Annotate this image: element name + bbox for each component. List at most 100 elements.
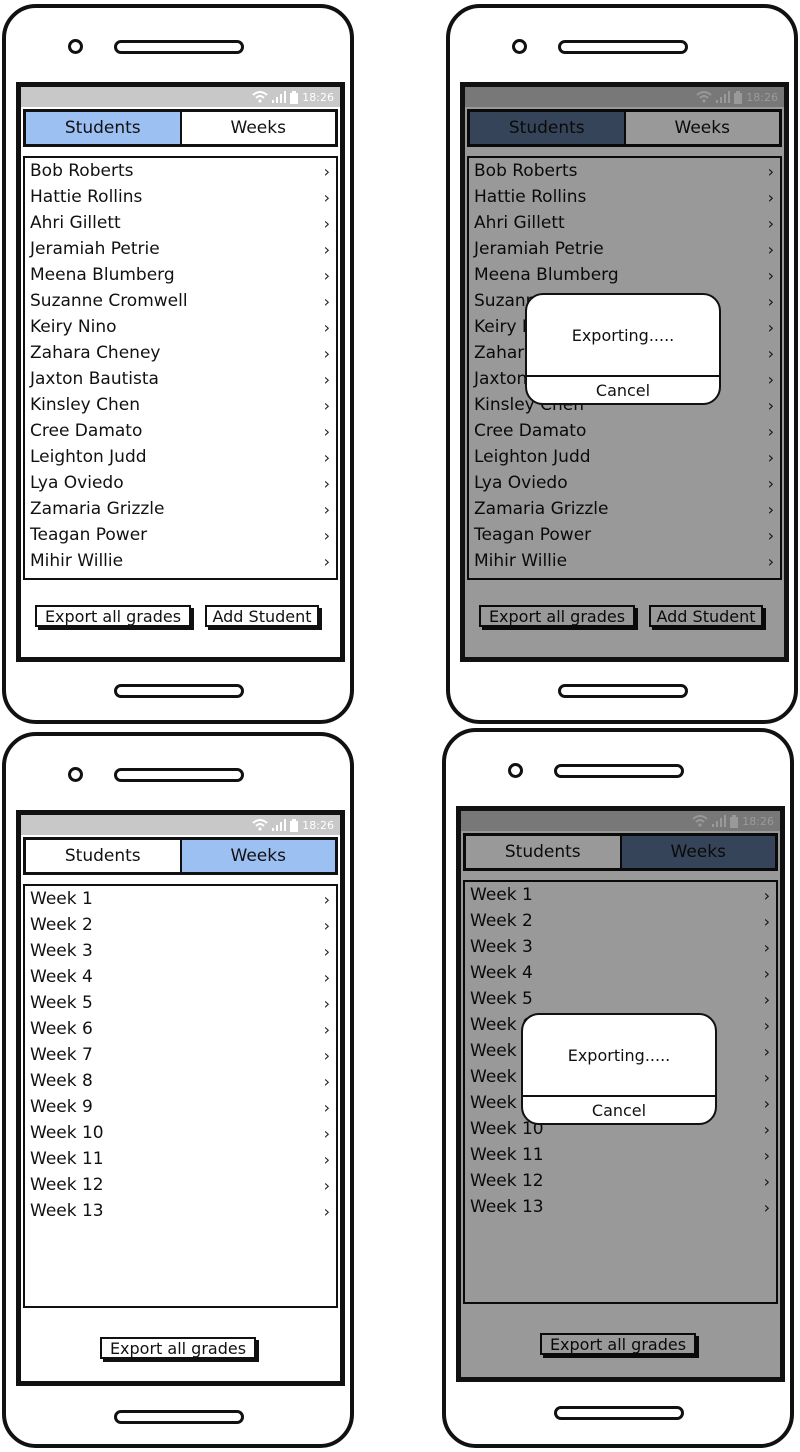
tab-weeks[interactable]: Weeks xyxy=(179,840,335,872)
chevron-right-icon: › xyxy=(323,1019,330,1039)
list-item[interactable]: Week 10 › xyxy=(30,1120,330,1146)
phone-frame: 18:26 Students Weeks Bob Roberts › Hattie Rol… xyxy=(446,4,798,724)
camera-icon xyxy=(508,763,523,778)
list-item-label: Mihir Willie xyxy=(30,551,124,571)
list-item[interactable]: Hattie Rollins › xyxy=(30,184,330,210)
chevron-right-icon: › xyxy=(323,499,330,519)
cancel-button[interactable]: Cancel xyxy=(527,377,719,403)
list-item[interactable]: Week 7 › xyxy=(30,1042,330,1068)
screen: 18:26 Students Weeks Bob Roberts › Hattie Rol… xyxy=(16,82,345,662)
status-time: 18:26 xyxy=(302,90,334,104)
list-item[interactable]: Cree Damato › xyxy=(30,418,330,444)
chevron-right-icon: › xyxy=(323,889,330,909)
speaker-grille xyxy=(114,768,244,782)
list-item[interactable]: Week 4 › xyxy=(30,964,330,990)
list-item[interactable]: Week 11 › xyxy=(30,1146,330,1172)
chevron-right-icon: › xyxy=(323,1071,330,1091)
camera-icon xyxy=(68,767,83,782)
tab-weeks[interactable]: Weeks xyxy=(179,112,335,144)
screen: 18:26 Students Weeks Week 1 › Week 2 › Week 3 › W… xyxy=(16,810,345,1386)
list-item[interactable]: Meena Blumberg › xyxy=(30,262,330,288)
wifi-icon xyxy=(252,91,268,103)
home-button[interactable] xyxy=(558,684,688,698)
list-item[interactable]: Bob Roberts › xyxy=(30,158,330,184)
list-item[interactable]: Week 6 › xyxy=(30,1016,330,1042)
chevron-right-icon: › xyxy=(323,343,330,363)
chevron-right-icon: › xyxy=(323,1175,330,1195)
camera-icon xyxy=(68,39,83,54)
week-list: Week 1 › Week 2 › Week 3 › Week 4 › Week 5 › Week … xyxy=(23,884,338,1308)
speaker-grille xyxy=(558,40,688,54)
chevron-right-icon: › xyxy=(323,1123,330,1143)
chevron-right-icon: › xyxy=(323,447,330,467)
chevron-right-icon: › xyxy=(323,915,330,935)
list-item[interactable]: Mihir Willie › xyxy=(30,548,330,574)
list-item[interactable]: Week 12 › xyxy=(30,1172,330,1198)
list-item[interactable]: Week 2 › xyxy=(30,912,330,938)
list-item[interactable]: Zahara Cheney › xyxy=(30,340,330,366)
home-button[interactable] xyxy=(114,1410,244,1424)
add-student-button[interactable]: Add Student xyxy=(205,605,319,627)
chevron-right-icon: › xyxy=(323,1201,330,1221)
list-item-label: Ahri Gillett xyxy=(30,213,121,233)
list-item-label: Week 3 xyxy=(30,941,93,961)
list-item[interactable]: Kinsley Chen › xyxy=(30,392,330,418)
list-item[interactable]: Week 8 › xyxy=(30,1068,330,1094)
speaker-grille xyxy=(554,764,684,778)
signal-icon xyxy=(272,91,287,103)
list-item[interactable]: Jaxton Bautista › xyxy=(30,366,330,392)
signal-icon xyxy=(272,819,287,831)
list-item-label: Week 1 xyxy=(30,889,93,909)
home-button[interactable] xyxy=(554,1406,684,1420)
student-list: Bob Roberts › Hattie Rollins › Ahri Gillett ›… xyxy=(23,156,338,580)
list-item-label: Teagan Power xyxy=(30,525,148,545)
chevron-right-icon: › xyxy=(323,473,330,493)
list-item[interactable]: Jeramiah Petrie › xyxy=(30,236,330,262)
list-item-label: Meena Blumberg xyxy=(30,265,175,285)
list-item[interactable]: Ahri Gillett › xyxy=(30,210,330,236)
list-item-label: Week 11 xyxy=(30,1149,104,1169)
list-item-label: Week 6 xyxy=(30,1019,93,1039)
list-item-label: Week 2 xyxy=(30,915,93,935)
chevron-right-icon: › xyxy=(323,265,330,285)
chevron-right-icon: › xyxy=(323,1097,330,1117)
list-item-label: Week 9 xyxy=(30,1097,93,1117)
status-bar: 18:26 xyxy=(21,815,340,835)
list-item[interactable]: Leighton Judd › xyxy=(30,444,330,470)
speaker-grille xyxy=(114,40,244,54)
battery-icon xyxy=(290,818,299,832)
list-item[interactable]: Week 13 › xyxy=(30,1198,330,1224)
tab-students[interactable]: Students xyxy=(26,112,180,144)
list-item[interactable]: Zamaria Grizzle › xyxy=(30,496,330,522)
list-item-label: Week 4 xyxy=(30,967,93,987)
list-item[interactable]: Lya Oviedo › xyxy=(30,470,330,496)
export-all-grades-button[interactable]: Export all grades xyxy=(100,1337,256,1359)
list-item[interactable]: Week 1 › xyxy=(30,886,330,912)
list-item[interactable]: Suzanne Cromwell › xyxy=(30,288,330,314)
battery-icon xyxy=(290,90,299,104)
list-item-label: Lya Oviedo xyxy=(30,473,124,493)
wifi-icon xyxy=(252,819,268,831)
chevron-right-icon: › xyxy=(323,369,330,389)
tab-students[interactable]: Students xyxy=(26,840,180,872)
list-item[interactable]: Week 9 › xyxy=(30,1094,330,1120)
list-item[interactable]: Week 5 › xyxy=(30,990,330,1016)
list-item[interactable]: Teagan Power › xyxy=(30,522,330,548)
list-item-label: Zahara Cheney xyxy=(30,343,161,363)
list-item-label: Kinsley Chen xyxy=(30,395,141,415)
export-dialog: Exporting..... Cancel xyxy=(521,1013,717,1125)
list-item-label: Week 7 xyxy=(30,1045,93,1065)
list-item[interactable]: Week 3 › xyxy=(30,938,330,964)
chevron-right-icon: › xyxy=(323,525,330,545)
dialog-message: Exporting..... xyxy=(571,325,675,345)
export-all-grades-button[interactable]: Export all grades xyxy=(35,605,191,627)
list-item[interactable]: Keiry Nino › xyxy=(30,314,330,340)
cancel-button[interactable]: Cancel xyxy=(523,1097,715,1123)
list-item-label: Leighton Judd xyxy=(30,447,147,467)
home-button[interactable] xyxy=(114,684,244,698)
list-item-label: Keiry Nino xyxy=(30,317,117,337)
chevron-right-icon: › xyxy=(323,317,330,337)
chevron-right-icon: › xyxy=(323,993,330,1013)
camera-icon xyxy=(512,39,527,54)
list-item-label: Week 10 xyxy=(30,1123,104,1143)
